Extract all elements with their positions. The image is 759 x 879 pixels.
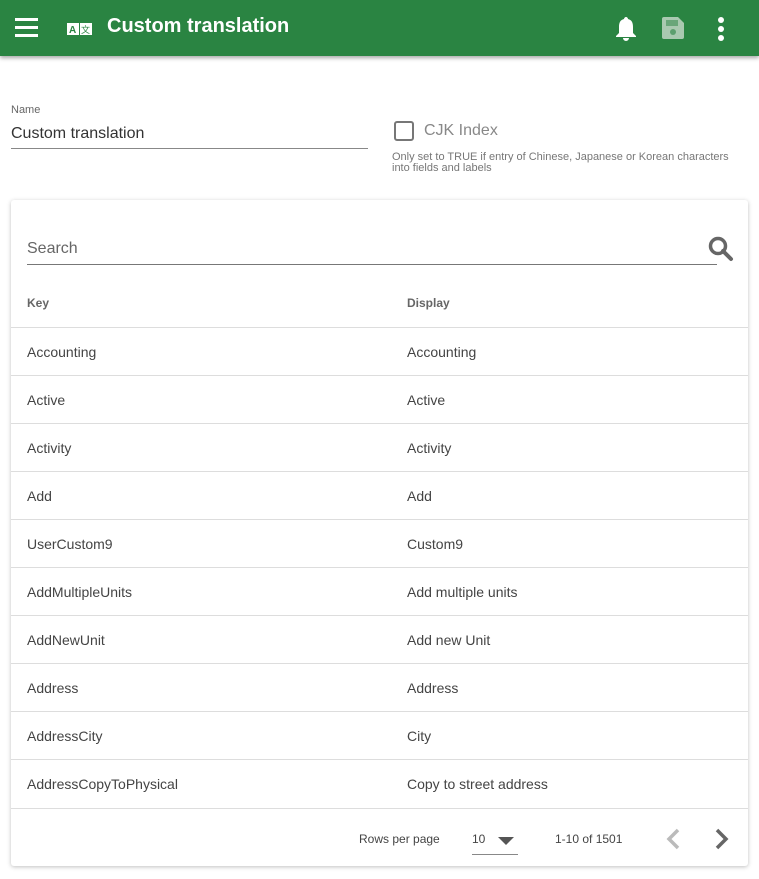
- table-body: Accounting Accounting Active Active Activity…: [11, 327, 748, 807]
- table-row[interactable]: Add Add: [11, 471, 748, 519]
- cell-display: Copy to street address: [407, 776, 548, 792]
- more-vert-icon[interactable]: [716, 16, 726, 42]
- table-row[interactable]: AddNewUnit Add new Unit: [11, 615, 748, 663]
- chevron-left-icon[interactable]: [666, 828, 680, 850]
- chevron-down-icon: [498, 837, 514, 845]
- table-row[interactable]: AddressCity City: [11, 711, 748, 759]
- search-icon[interactable]: [708, 236, 734, 262]
- cell-display: Custom9: [407, 536, 464, 552]
- table-row[interactable]: Active Active: [11, 375, 748, 423]
- cjk-index-label[interactable]: CJK Index: [424, 122, 498, 140]
- name-label: Name: [11, 104, 41, 116]
- column-header-key[interactable]: Key: [27, 296, 49, 310]
- table-row[interactable]: AddMultipleUnits Add multiple units: [11, 567, 748, 615]
- cell-key: AddNewUnit: [27, 632, 105, 648]
- cell-key: UserCustom9: [27, 536, 113, 552]
- menu-icon[interactable]: [15, 17, 39, 39]
- svg-text:A: A: [69, 25, 76, 36]
- svg-text:文: 文: [81, 24, 90, 36]
- table-row[interactable]: Activity Activity: [11, 423, 748, 471]
- save-icon[interactable]: [662, 17, 684, 39]
- rows-per-page-label: Rows per page: [359, 832, 440, 846]
- translate-icon: A文: [67, 23, 92, 36]
- cell-display: Add: [407, 488, 432, 504]
- cell-display: Accounting: [407, 344, 477, 360]
- cell-key: Activity: [27, 440, 72, 456]
- cell-display: Active: [407, 392, 446, 408]
- app-bar: A文 Custom translation: [0, 0, 759, 56]
- cell-display: Activity: [407, 440, 452, 456]
- search-input[interactable]: [27, 233, 717, 265]
- column-header-display[interactable]: Display: [407, 296, 450, 310]
- cell-display: Address: [407, 680, 459, 696]
- table-row[interactable]: Accounting Accounting: [11, 327, 748, 375]
- cell-key: Add: [27, 488, 52, 504]
- cjk-hint: Only set to TRUE if entry of Chinese, Ja…: [392, 151, 729, 174]
- rows-per-page-value: 10: [472, 832, 486, 846]
- table-row[interactable]: AddressCopyToPhysical Copy to street addr…: [11, 759, 748, 807]
- pagination-range: 1-10 of 1501: [555, 832, 623, 846]
- bell-icon[interactable]: [614, 16, 638, 42]
- cell-display: Add new Unit: [407, 632, 491, 648]
- cell-display: Add multiple units: [407, 584, 518, 600]
- cell-key: Address: [27, 680, 79, 696]
- name-input[interactable]: [11, 120, 368, 149]
- table-row[interactable]: UserCustom9 Custom9: [11, 519, 748, 567]
- cell-key: Active: [27, 392, 66, 408]
- cell-key: AddressCity: [27, 728, 103, 744]
- table-footer: Rows per page 10 1-10 of 1501: [11, 808, 748, 866]
- cjk-index-checkbox[interactable]: [394, 121, 414, 141]
- chevron-right-icon[interactable]: [715, 828, 729, 850]
- rows-per-page-select[interactable]: 10: [472, 827, 518, 855]
- cell-display: City: [407, 728, 432, 744]
- cell-key: AddMultipleUnits: [27, 584, 133, 600]
- translation-table-card: Key Display AccountingAccountingActiveAc…: [11, 200, 748, 866]
- cell-key: AddressCopyToPhysical: [27, 776, 178, 792]
- cell-key: Accounting: [27, 344, 97, 360]
- page-title: Custom translation: [107, 15, 290, 37]
- table-row[interactable]: Address Address: [11, 663, 748, 711]
